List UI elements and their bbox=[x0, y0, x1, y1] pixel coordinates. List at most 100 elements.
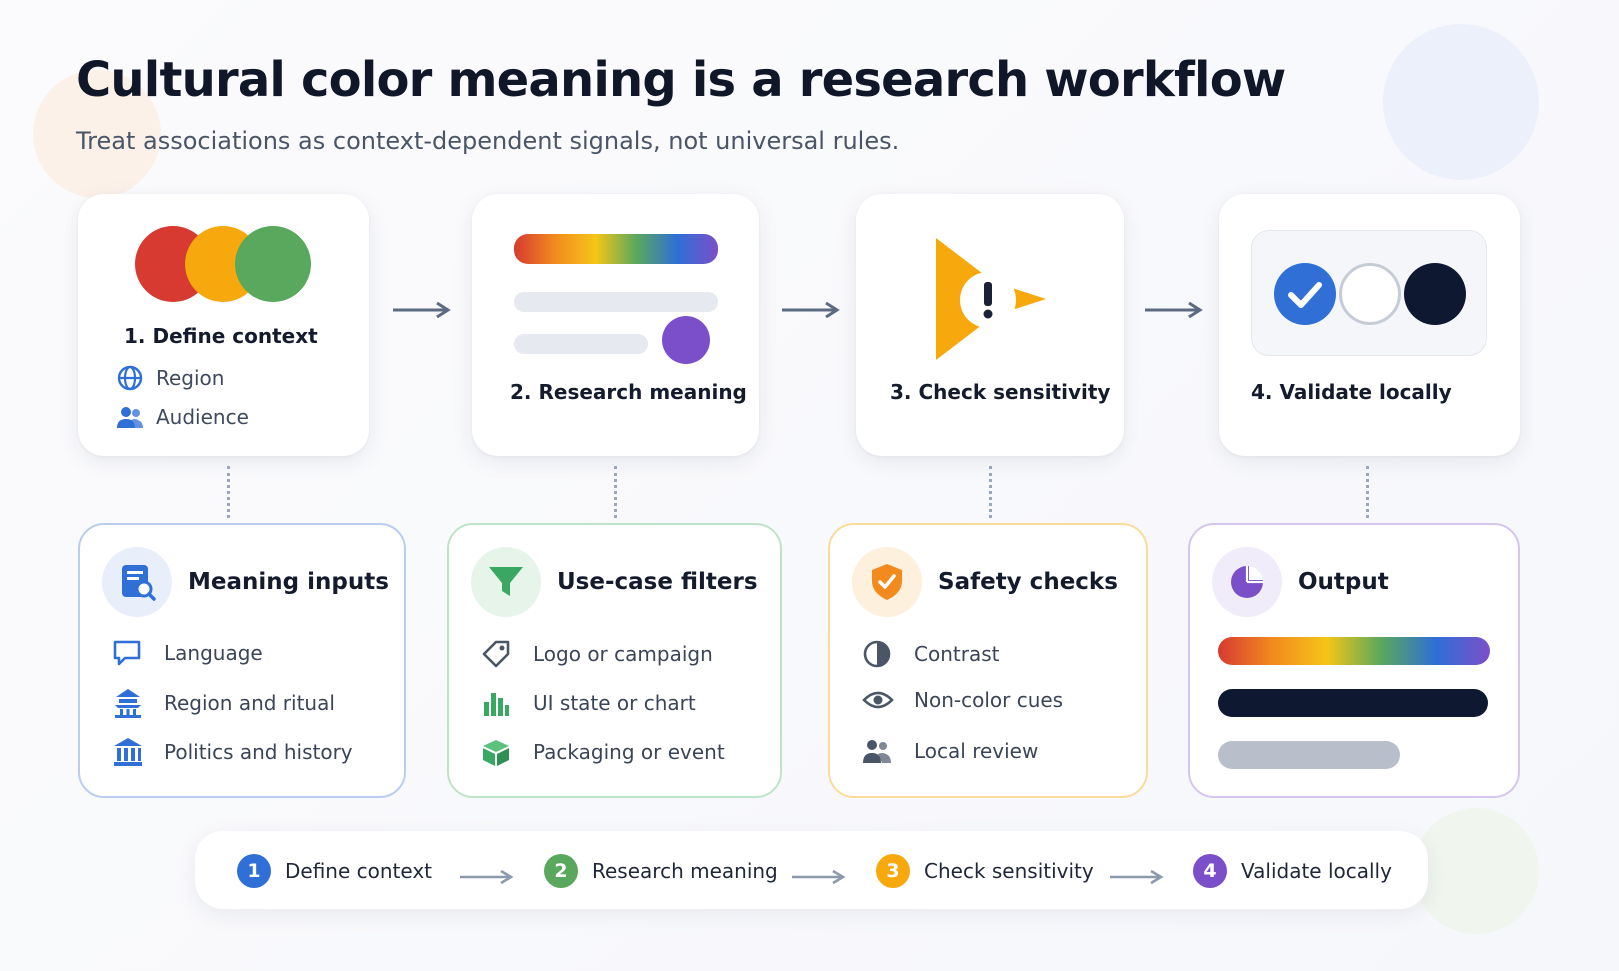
black-swatch bbox=[1404, 263, 1466, 325]
panel-item-packaging-event: Packaging or event bbox=[481, 737, 725, 767]
color-swatch-circles-icon bbox=[135, 226, 311, 302]
step-number-badge: 2 bbox=[544, 854, 578, 888]
placeholder-line-short bbox=[514, 334, 648, 354]
step-card-define-context: 1. Define context Region Audience bbox=[78, 194, 369, 456]
panel-item-ui-chart: UI state or chart bbox=[481, 688, 696, 718]
panel-title: Meaning inputs bbox=[188, 569, 389, 595]
dotted-connector bbox=[1366, 466, 1369, 518]
panel-header: Use-case filters bbox=[471, 547, 758, 617]
arrow-right-icon bbox=[782, 301, 840, 319]
panel-output: Output bbox=[1188, 523, 1520, 798]
workflow-summary-strip: 1 Define context 2 Research meaning 3 Ch… bbox=[195, 831, 1428, 909]
context-region: Region bbox=[116, 364, 224, 392]
panel-safety-checks: Safety checks Contrast Non-color cues Lo… bbox=[828, 523, 1148, 798]
output-dark-bar bbox=[1218, 689, 1488, 717]
globe-icon bbox=[117, 365, 143, 391]
panel-item-region-ritual: Region and ritual bbox=[112, 688, 335, 718]
summary-step-2: 2 Research meaning bbox=[544, 854, 778, 888]
funnel-icon bbox=[489, 567, 523, 596]
panel-item-text: Region and ritual bbox=[164, 691, 335, 715]
arrow-right-icon bbox=[393, 301, 451, 319]
panel-item-non-color-cues: Non-color cues bbox=[862, 688, 1063, 712]
step-number-badge: 1 bbox=[237, 854, 271, 888]
gift-box-icon bbox=[483, 740, 509, 766]
output-spectrum-bar bbox=[1218, 637, 1490, 665]
pie-chart-icon bbox=[1231, 566, 1263, 598]
panel-icon-bg bbox=[102, 547, 172, 617]
page-title: Cultural color meaning is a research wor… bbox=[76, 52, 1286, 108]
panel-header: Safety checks bbox=[852, 547, 1118, 617]
context-audience-text: Audience bbox=[156, 405, 249, 429]
summary-step-label: Check sensitivity bbox=[924, 859, 1094, 883]
panel-title: Safety checks bbox=[938, 569, 1118, 595]
validation-swatch-tile bbox=[1251, 230, 1487, 356]
step-number-badge: 4 bbox=[1193, 854, 1227, 888]
dotted-connector bbox=[614, 466, 617, 518]
tag-icon bbox=[482, 640, 510, 668]
panel-item-text: Packaging or event bbox=[533, 740, 725, 764]
panel-use-case-filters: Use-case filters Logo or campaign UI sta… bbox=[447, 523, 782, 798]
summary-step-label: Validate locally bbox=[1241, 859, 1392, 883]
step-label: 2. Research meaning bbox=[510, 380, 747, 404]
white-swatch bbox=[1339, 263, 1401, 325]
summary-step-1: 1 Define context bbox=[237, 854, 432, 888]
people-icon bbox=[863, 740, 891, 763]
panel-item-contrast: Contrast bbox=[862, 639, 999, 669]
step-card-validate-locally: 4. Validate locally bbox=[1219, 194, 1520, 456]
page-subtitle: Treat associations as context-dependent … bbox=[76, 127, 900, 155]
arrow-right-icon bbox=[460, 869, 514, 885]
panel-meaning-inputs: Meaning inputs Language Region and ritua… bbox=[78, 523, 406, 798]
decor-circle-green bbox=[1413, 808, 1539, 934]
output-gray-bar bbox=[1218, 741, 1400, 769]
panel-title: Output bbox=[1298, 569, 1389, 595]
panel-item-text: Local review bbox=[914, 739, 1039, 763]
eye-icon bbox=[862, 691, 894, 709]
panel-item-text: Non-color cues bbox=[914, 688, 1064, 712]
step-card-research-meaning: 2. Research meaning bbox=[472, 194, 759, 456]
step-label: 3. Check sensitivity bbox=[890, 380, 1111, 404]
step-number-badge: 3 bbox=[876, 854, 910, 888]
dotted-connector bbox=[989, 466, 992, 518]
panel-header: Meaning inputs bbox=[102, 547, 389, 617]
panel-item-local-review: Local review bbox=[862, 737, 1038, 765]
context-audience: Audience bbox=[116, 403, 249, 431]
panel-item-logo-campaign: Logo or campaign bbox=[481, 639, 713, 669]
panel-item-language: Language bbox=[112, 639, 263, 667]
decor-circle-blue bbox=[1383, 24, 1539, 180]
step-card-check-sensitivity: 3. Check sensitivity bbox=[856, 194, 1124, 456]
pagoda-icon bbox=[115, 689, 141, 718]
panel-item-text: Language bbox=[164, 641, 263, 665]
context-region-text: Region bbox=[156, 366, 225, 390]
panel-item-text: UI state or chart bbox=[533, 691, 696, 715]
panel-icon-bg bbox=[852, 547, 922, 617]
speech-bubble-icon bbox=[113, 640, 141, 666]
dotted-connector bbox=[227, 466, 230, 518]
people-icon bbox=[117, 407, 143, 428]
institution-icon bbox=[114, 738, 142, 766]
placeholder-line bbox=[514, 292, 718, 312]
step-label: 1. Define context bbox=[124, 324, 318, 348]
step-label: 4. Validate locally bbox=[1251, 380, 1452, 404]
check-circle-icon bbox=[1274, 263, 1336, 325]
arrow-right-icon bbox=[1145, 301, 1203, 319]
purple-dot-icon bbox=[662, 316, 710, 364]
panel-item-politics-history: Politics and history bbox=[112, 737, 353, 767]
panel-item-text: Logo or campaign bbox=[533, 642, 713, 666]
arrow-right-icon bbox=[1110, 869, 1164, 885]
spectrum-bar bbox=[514, 234, 718, 264]
bar-chart-icon bbox=[484, 693, 509, 716]
summary-step-3: 3 Check sensitivity bbox=[876, 854, 1094, 888]
warning-triangle-icon bbox=[936, 238, 1046, 360]
panel-title: Use-case filters bbox=[557, 569, 758, 595]
document-search-icon bbox=[122, 565, 156, 601]
shield-check-icon bbox=[872, 564, 902, 600]
panel-item-text: Politics and history bbox=[164, 740, 353, 764]
summary-step-label: Define context bbox=[285, 859, 433, 883]
panel-item-text: Contrast bbox=[914, 642, 1000, 666]
arrow-right-icon bbox=[792, 869, 846, 885]
summary-step-4: 4 Validate locally bbox=[1193, 854, 1392, 888]
panel-icon-bg bbox=[1212, 547, 1282, 617]
summary-step-label: Research meaning bbox=[592, 859, 778, 883]
contrast-icon bbox=[863, 640, 891, 668]
panel-icon-bg bbox=[471, 547, 541, 617]
